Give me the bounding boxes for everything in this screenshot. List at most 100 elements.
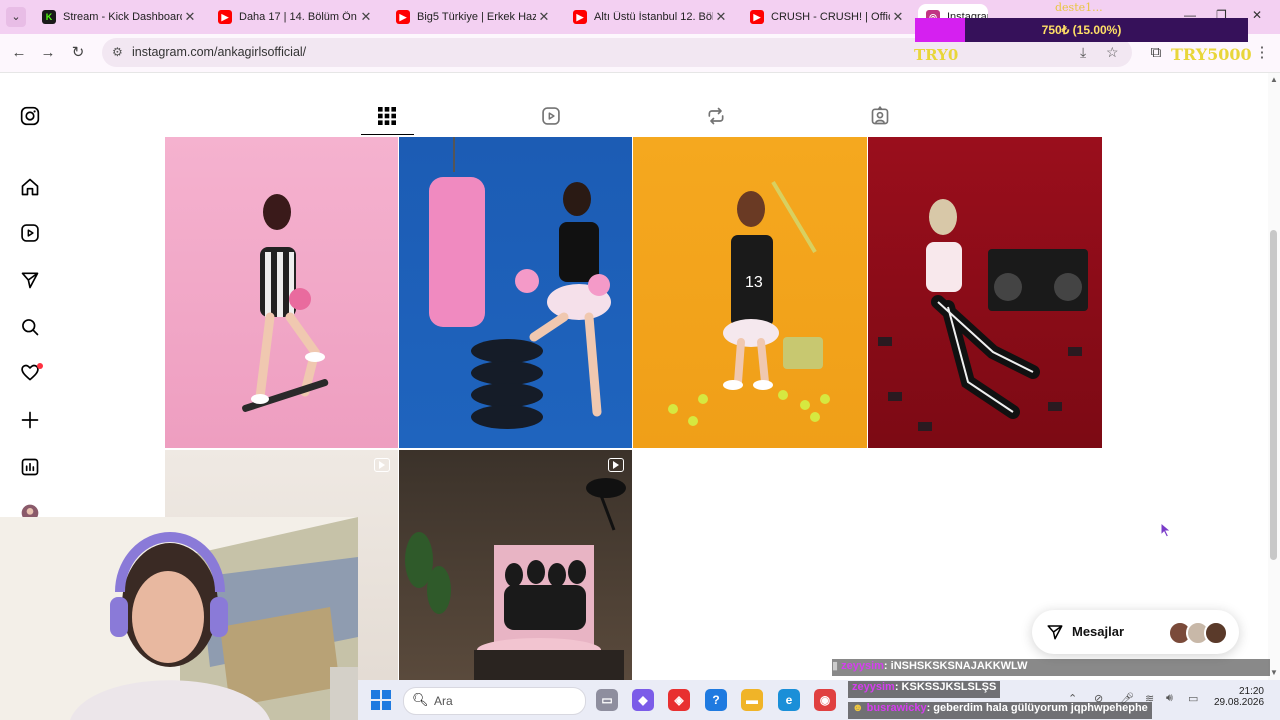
chat-username: zeyysim: [852, 681, 895, 693]
search-icon: 🔍︎: [412, 692, 429, 707]
donation-goal-target: TRY5000: [1171, 45, 1252, 64]
chat-username: busrawicky: [866, 702, 927, 714]
donation-goal-text: 750₺ (15.00%): [1041, 23, 1122, 37]
site-info-icon[interactable]: ⚙: [112, 45, 123, 59]
close-icon[interactable]: ✕: [890, 9, 906, 25]
tab-title: Daha 17 | 14. Bölüm Ön İzle: [239, 11, 358, 23]
close-icon[interactable]: ✕: [358, 9, 374, 25]
chat-username: zeyysim: [841, 660, 884, 672]
address-bar[interactable]: ⚙ instagram.com/ankagirlsofficial/ ⤓ ☆: [102, 38, 1132, 67]
tab-crush[interactable]: ▶ CRUSH - CRUSH! | Official ✕: [742, 4, 912, 30]
window-close-icon[interactable]: ✕: [1252, 8, 1262, 22]
scrollbar-thumb[interactable]: [1270, 230, 1277, 560]
install-app-icon[interactable]: ⤓: [1080, 44, 1086, 61]
app-red-icon[interactable]: ◈: [668, 689, 690, 711]
close-icon[interactable]: ✕: [536, 9, 552, 25]
close-icon[interactable]: ✕: [713, 9, 729, 25]
active-tab-indicator: [361, 134, 414, 135]
home-icon[interactable]: [19, 176, 41, 198]
edge-browser-icon[interactable]: e: [778, 689, 800, 711]
tab-search-menu-button[interactable]: ⌄: [6, 7, 26, 27]
instagram-logo-icon[interactable]: [19, 105, 41, 127]
reel-badge-icon: [374, 458, 390, 472]
chat-text: : geberdim hala gülüyorum jqphwpehephe: [926, 702, 1148, 714]
youtube-icon: ▶: [218, 10, 232, 24]
extensions-icon[interactable]: ⧉: [1146, 43, 1166, 63]
file-explorer-icon[interactable]: ▬: [741, 689, 763, 711]
post-figure: [878, 199, 1088, 431]
chat-text: : iNSHSKSKSNAJAKKWLW: [883, 660, 1028, 672]
mouse-cursor-icon: [1160, 521, 1172, 543]
tab-alti-ustu[interactable]: ▶ Altı Üstü İstanbul 12. Bölüm ✕: [565, 4, 735, 30]
avatar: [1204, 621, 1228, 645]
chat-message: zeyysim: KSKSSJKSLSLŞS: [848, 681, 1001, 698]
post-figure: [242, 194, 329, 412]
copilot-icon[interactable]: ◆: [632, 689, 654, 711]
chrome-browser-icon[interactable]: ◉: [814, 689, 836, 711]
close-icon[interactable]: ✕: [182, 9, 198, 25]
youtube-icon: ▶: [573, 10, 587, 24]
task-view-icon[interactable]: ▭: [596, 689, 618, 711]
svg-text:13: 13: [745, 274, 763, 291]
youtube-icon: ▶: [750, 10, 764, 24]
post-tile[interactable]: 13: [633, 137, 867, 448]
post-figure: 13: [668, 180, 830, 426]
reels-icon[interactable]: [19, 222, 41, 244]
chat-text: : KSKSSJKSLSLŞS: [894, 681, 997, 693]
back-arrow-icon[interactable]: ←: [9, 43, 29, 63]
send-icon[interactable]: [19, 269, 41, 291]
post-figure: [429, 137, 611, 429]
tab-daha-17[interactable]: ▶ Daha 17 | 14. Bölüm Ön İzle ✕: [210, 4, 380, 30]
messages-button[interactable]: Mesajlar: [1032, 610, 1239, 654]
tab-big5[interactable]: ▶ Big5 Türkiye | Erkek Hazırlı ✕: [388, 4, 558, 30]
battery-icon[interactable]: ▭: [1188, 692, 1198, 705]
tab-title: Stream - Kick Dashboard: [63, 11, 182, 23]
taskbar-clock[interactable]: 21:20 29.08.2026: [1214, 686, 1264, 708]
help-icon[interactable]: ?: [705, 689, 727, 711]
donation-user: deste1...: [1055, 1, 1103, 14]
tab-title: CRUSH - CRUSH! | Official: [771, 11, 890, 23]
reels-icon: [541, 106, 561, 131]
chat-message: ☻ busrawicky: geberdim hala gülüyorum jq…: [848, 702, 1152, 719]
tab-title: Altı Üstü İstanbul 12. Bölüm: [594, 11, 713, 23]
windows-start-icon[interactable]: [370, 689, 392, 711]
donation-goal-bar: 750₺ (15.00%): [915, 18, 1248, 42]
tab-reposts[interactable]: [706, 106, 726, 131]
scroll-up-arrow-icon[interactable]: ▲: [1268, 75, 1280, 84]
post-figure: [405, 478, 626, 680]
clock-date: 29.08.2026: [1214, 697, 1265, 708]
tab-posts-grid[interactable]: [377, 106, 397, 128]
notification-dot: [37, 363, 43, 369]
kick-icon: K: [42, 10, 56, 24]
forward-arrow-icon[interactable]: →: [38, 43, 58, 63]
search-icon[interactable]: [19, 316, 41, 338]
clock-time: 21:20: [1238, 686, 1264, 697]
bookmark-star-icon[interactable]: ☆: [1106, 44, 1119, 61]
tab-kick-dashboard[interactable]: K Stream - Kick Dashboard ✕: [34, 4, 204, 30]
post-tile[interactable]: [399, 137, 632, 448]
messages-label: Mesajlar: [1072, 624, 1125, 639]
tab-reels[interactable]: [541, 106, 561, 131]
post-tile[interactable]: [165, 137, 398, 448]
chat-badge-icon: ▮: [832, 660, 842, 672]
plus-icon[interactable]: [19, 409, 41, 431]
post-tile[interactable]: [399, 450, 632, 680]
donation-goal-start: TRY0: [914, 46, 959, 64]
webcam-feed: [0, 517, 358, 720]
youtube-icon: ▶: [396, 10, 410, 24]
post-tile[interactable]: [868, 137, 1102, 448]
tab-title: Big5 Türkiye | Erkek Hazırlı: [417, 11, 536, 23]
chat-avatar-icon: ☻: [852, 702, 867, 714]
repost-icon: [706, 106, 726, 131]
send-icon: [1046, 623, 1064, 646]
volume-icon[interactable]: 🔊︎: [1166, 692, 1173, 705]
reload-icon[interactable]: ↻: [68, 43, 88, 63]
tab-tagged[interactable]: [870, 105, 890, 131]
url-text: instagram.com/ankagirlsofficial/: [132, 45, 307, 59]
browser-menu-icon[interactable]: ⋮: [1252, 43, 1272, 63]
page-divider: [0, 72, 1280, 73]
chat-message: ▮ zeyysim: iNSHSKSKSNAJAKKWLW: [832, 659, 1270, 676]
taskbar-search[interactable]: 🔍︎ Ara: [403, 687, 586, 715]
insights-icon[interactable]: [19, 456, 41, 478]
tagged-icon: [870, 105, 890, 131]
